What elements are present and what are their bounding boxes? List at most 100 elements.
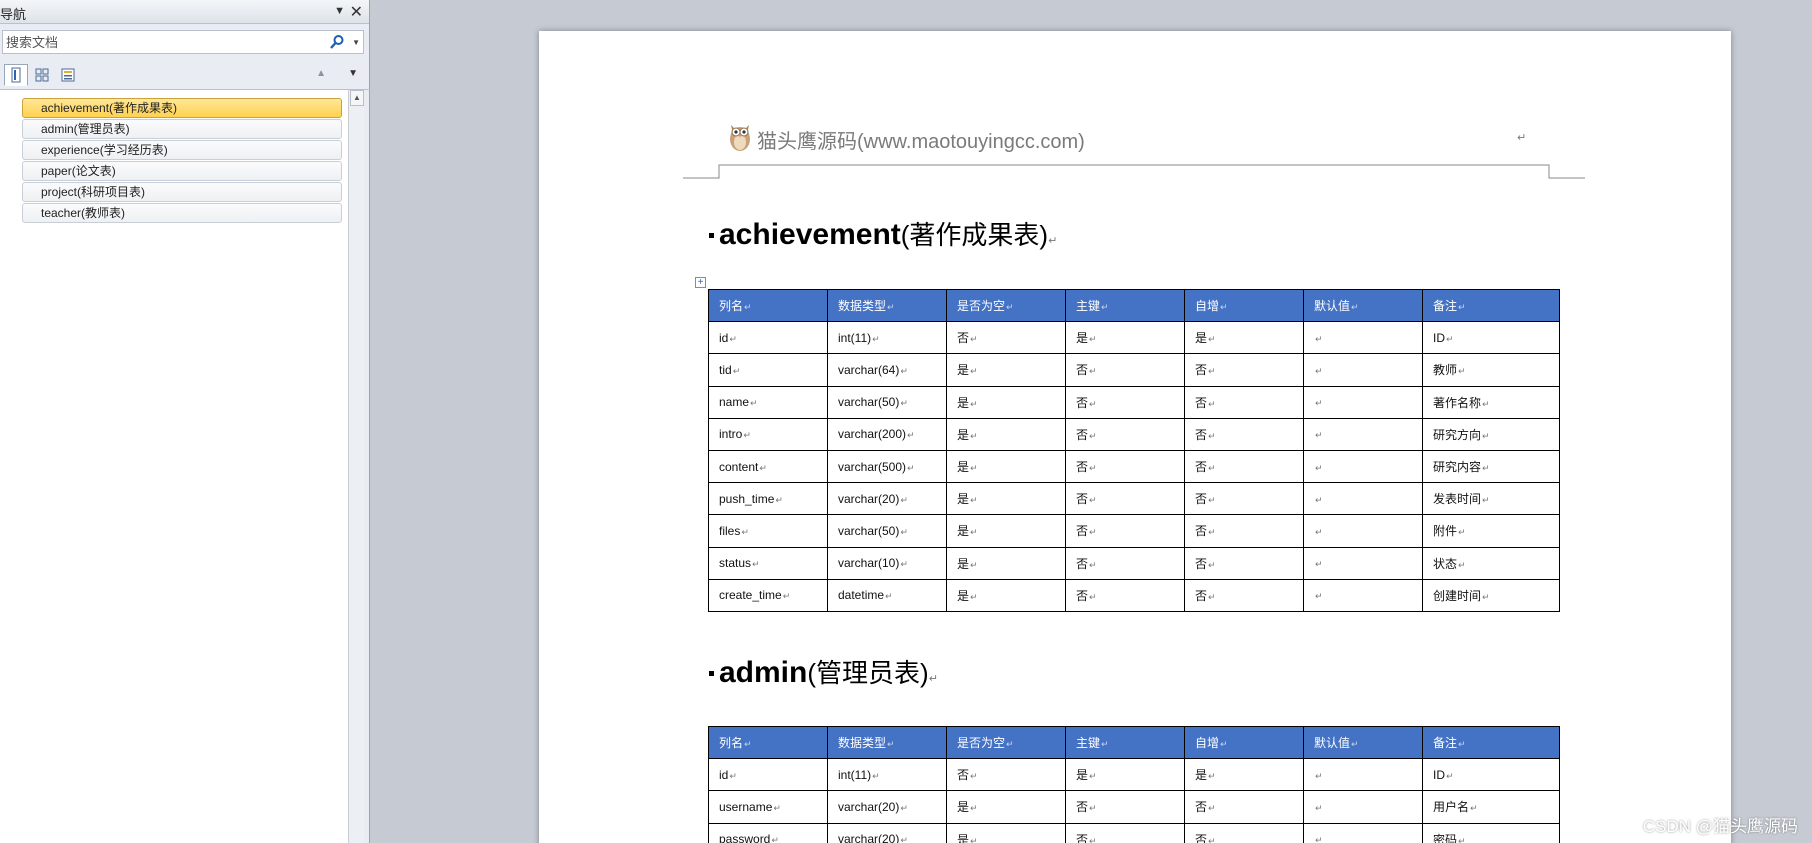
- column-header[interactable]: 数据类型↵: [827, 725, 947, 760]
- table-cell[interactable]: 教师↵: [1422, 353, 1560, 387]
- column-header[interactable]: 数据类型↵: [827, 288, 947, 323]
- table-cell[interactable]: 否↵: [1184, 822, 1304, 843]
- search-icon[interactable]: [329, 34, 345, 50]
- column-header[interactable]: 是否为空↵: [946, 725, 1066, 760]
- table-cell[interactable]: 否↵: [1184, 449, 1304, 484]
- document-canvas[interactable]: 猫头鹰源码(www.maotouyingcc.com) ↵ achievemen…: [371, 0, 1812, 843]
- tab-results[interactable]: [56, 64, 80, 86]
- table-cell[interactable]: name↵: [708, 385, 828, 419]
- table-cell[interactable]: 是↵: [946, 353, 1066, 387]
- table-cell[interactable]: varchar(20)↵: [827, 482, 947, 516]
- document-page[interactable]: 猫头鹰源码(www.maotouyingcc.com) ↵ achievemen…: [539, 31, 1731, 843]
- table-cell[interactable]: 是↵: [946, 514, 1066, 548]
- table-cell[interactable]: 是↵: [946, 417, 1066, 451]
- table-cell[interactable]: 研究方向↵: [1422, 417, 1560, 451]
- column-header[interactable]: 备注↵: [1422, 725, 1560, 760]
- table-cell[interactable]: id↵: [708, 321, 828, 355]
- outline-item-achievement[interactable]: achievement(著作成果表): [22, 98, 342, 118]
- table-cell[interactable]: varchar(50)↵: [827, 514, 947, 548]
- table-cell[interactable]: push_time↵: [708, 482, 828, 516]
- table-cell[interactable]: 是↵: [1065, 321, 1185, 355]
- table-cell[interactable]: 否↵: [1184, 790, 1304, 824]
- table-cell[interactable]: ID↵: [1422, 758, 1560, 792]
- search-box[interactable]: ▼: [2, 30, 364, 54]
- table-cell[interactable]: 否↵: [1065, 449, 1185, 484]
- table-cell[interactable]: username↵: [708, 790, 828, 824]
- column-header[interactable]: 主键↵: [1065, 725, 1185, 760]
- table-cell[interactable]: 否↵: [946, 758, 1066, 792]
- table-cell[interactable]: int(11)↵: [827, 321, 947, 355]
- table-cell[interactable]: 著作名称↵: [1422, 385, 1560, 419]
- table-cell[interactable]: 是↵: [946, 546, 1066, 580]
- table-cell[interactable]: 是↵: [946, 578, 1066, 612]
- table-cell[interactable]: ↵: [1303, 578, 1423, 612]
- table-move-handle-icon[interactable]: +: [695, 277, 706, 288]
- scroll-up-arrow-icon[interactable]: ▲: [350, 90, 364, 106]
- outline-item-project[interactable]: project(科研项目表): [22, 182, 342, 202]
- table-cell[interactable]: varchar(10)↵: [827, 546, 947, 580]
- column-header[interactable]: 自增↵: [1184, 725, 1304, 760]
- column-header[interactable]: 列名↵: [708, 288, 828, 323]
- table-cell[interactable]: varchar(64)↵: [827, 353, 947, 387]
- search-options-dropdown-icon[interactable]: ▼: [352, 38, 360, 47]
- table-cell[interactable]: 发表时间↵: [1422, 482, 1560, 516]
- column-header[interactable]: 备注↵: [1422, 288, 1560, 323]
- table-cell[interactable]: 否↵: [1184, 482, 1304, 516]
- search-input[interactable]: [6, 33, 326, 51]
- table-cell[interactable]: 是↵: [946, 449, 1066, 484]
- table-cell[interactable]: 否↵: [1184, 514, 1304, 548]
- table-cell[interactable]: 否↵: [1184, 546, 1304, 580]
- table-cell[interactable]: ↵: [1303, 822, 1423, 843]
- previous-heading-icon[interactable]: ▲: [316, 68, 326, 79]
- table-cell[interactable]: files↵: [708, 514, 828, 548]
- table-cell[interactable]: content↵: [708, 449, 828, 484]
- table-cell[interactable]: ↵: [1303, 385, 1423, 419]
- table-cell[interactable]: password↵: [708, 822, 828, 843]
- table-cell[interactable]: int(11)↵: [827, 758, 947, 792]
- table-cell[interactable]: create_time↵: [708, 578, 828, 612]
- table-cell[interactable]: varchar(20)↵: [827, 790, 947, 824]
- outline-scrollbar[interactable]: ▲: [348, 90, 364, 843]
- table-cell[interactable]: ↵: [1303, 482, 1423, 516]
- table-cell[interactable]: id↵: [708, 758, 828, 792]
- table-cell[interactable]: 否↵: [946, 321, 1066, 355]
- table-cell[interactable]: ↵: [1303, 353, 1423, 387]
- table-cell[interactable]: 是↵: [1184, 758, 1304, 792]
- table-cell[interactable]: 研究内容↵: [1422, 449, 1560, 484]
- outline-item-teacher[interactable]: teacher(教师表): [22, 203, 342, 223]
- column-header[interactable]: 默认值↵: [1303, 288, 1423, 323]
- table-cell[interactable]: ↵: [1303, 758, 1423, 792]
- table-cell[interactable]: varchar(50)↵: [827, 385, 947, 419]
- table-cell[interactable]: ↵: [1303, 514, 1423, 548]
- table-cell[interactable]: 状态↵: [1422, 546, 1560, 580]
- column-header[interactable]: 主键↵: [1065, 288, 1185, 323]
- table-cell[interactable]: ↵: [1303, 546, 1423, 580]
- column-header[interactable]: 是否为空↵: [946, 288, 1066, 323]
- table-cell[interactable]: ↵: [1303, 790, 1423, 824]
- tab-pages[interactable]: [30, 64, 54, 86]
- table-cell[interactable]: 否↵: [1184, 578, 1304, 612]
- column-header[interactable]: 自增↵: [1184, 288, 1304, 323]
- table-cell[interactable]: 创建时间↵: [1422, 578, 1560, 612]
- table-cell[interactable]: 否↵: [1065, 822, 1185, 843]
- table-cell[interactable]: 附件↵: [1422, 514, 1560, 548]
- table-cell[interactable]: 是↵: [946, 482, 1066, 516]
- table-cell[interactable]: 密码↵: [1422, 822, 1560, 843]
- table-cell[interactable]: 是↵: [1184, 321, 1304, 355]
- table-cell[interactable]: 是↵: [946, 385, 1066, 419]
- outline-item-experience[interactable]: experience(学习经历表): [22, 140, 342, 160]
- next-heading-icon[interactable]: ▼: [348, 68, 358, 79]
- table-cell[interactable]: ↵: [1303, 449, 1423, 484]
- table-cell[interactable]: 用户名↵: [1422, 790, 1560, 824]
- outline-item-admin[interactable]: admin(管理员表): [22, 119, 342, 139]
- table-cell[interactable]: 否↵: [1065, 790, 1185, 824]
- table-cell[interactable]: 是↵: [946, 790, 1066, 824]
- table-cell[interactable]: 是↵: [946, 822, 1066, 843]
- table-cell[interactable]: varchar(200)↵: [827, 417, 947, 451]
- table-cell[interactable]: 否↵: [1065, 482, 1185, 516]
- table-cell[interactable]: ID↵: [1422, 321, 1560, 355]
- pane-options-dropdown-icon[interactable]: ▼: [334, 5, 345, 17]
- table-cell[interactable]: 否↵: [1184, 417, 1304, 451]
- close-icon[interactable]: ✕: [350, 2, 363, 22]
- table-cell[interactable]: ↵: [1303, 321, 1423, 355]
